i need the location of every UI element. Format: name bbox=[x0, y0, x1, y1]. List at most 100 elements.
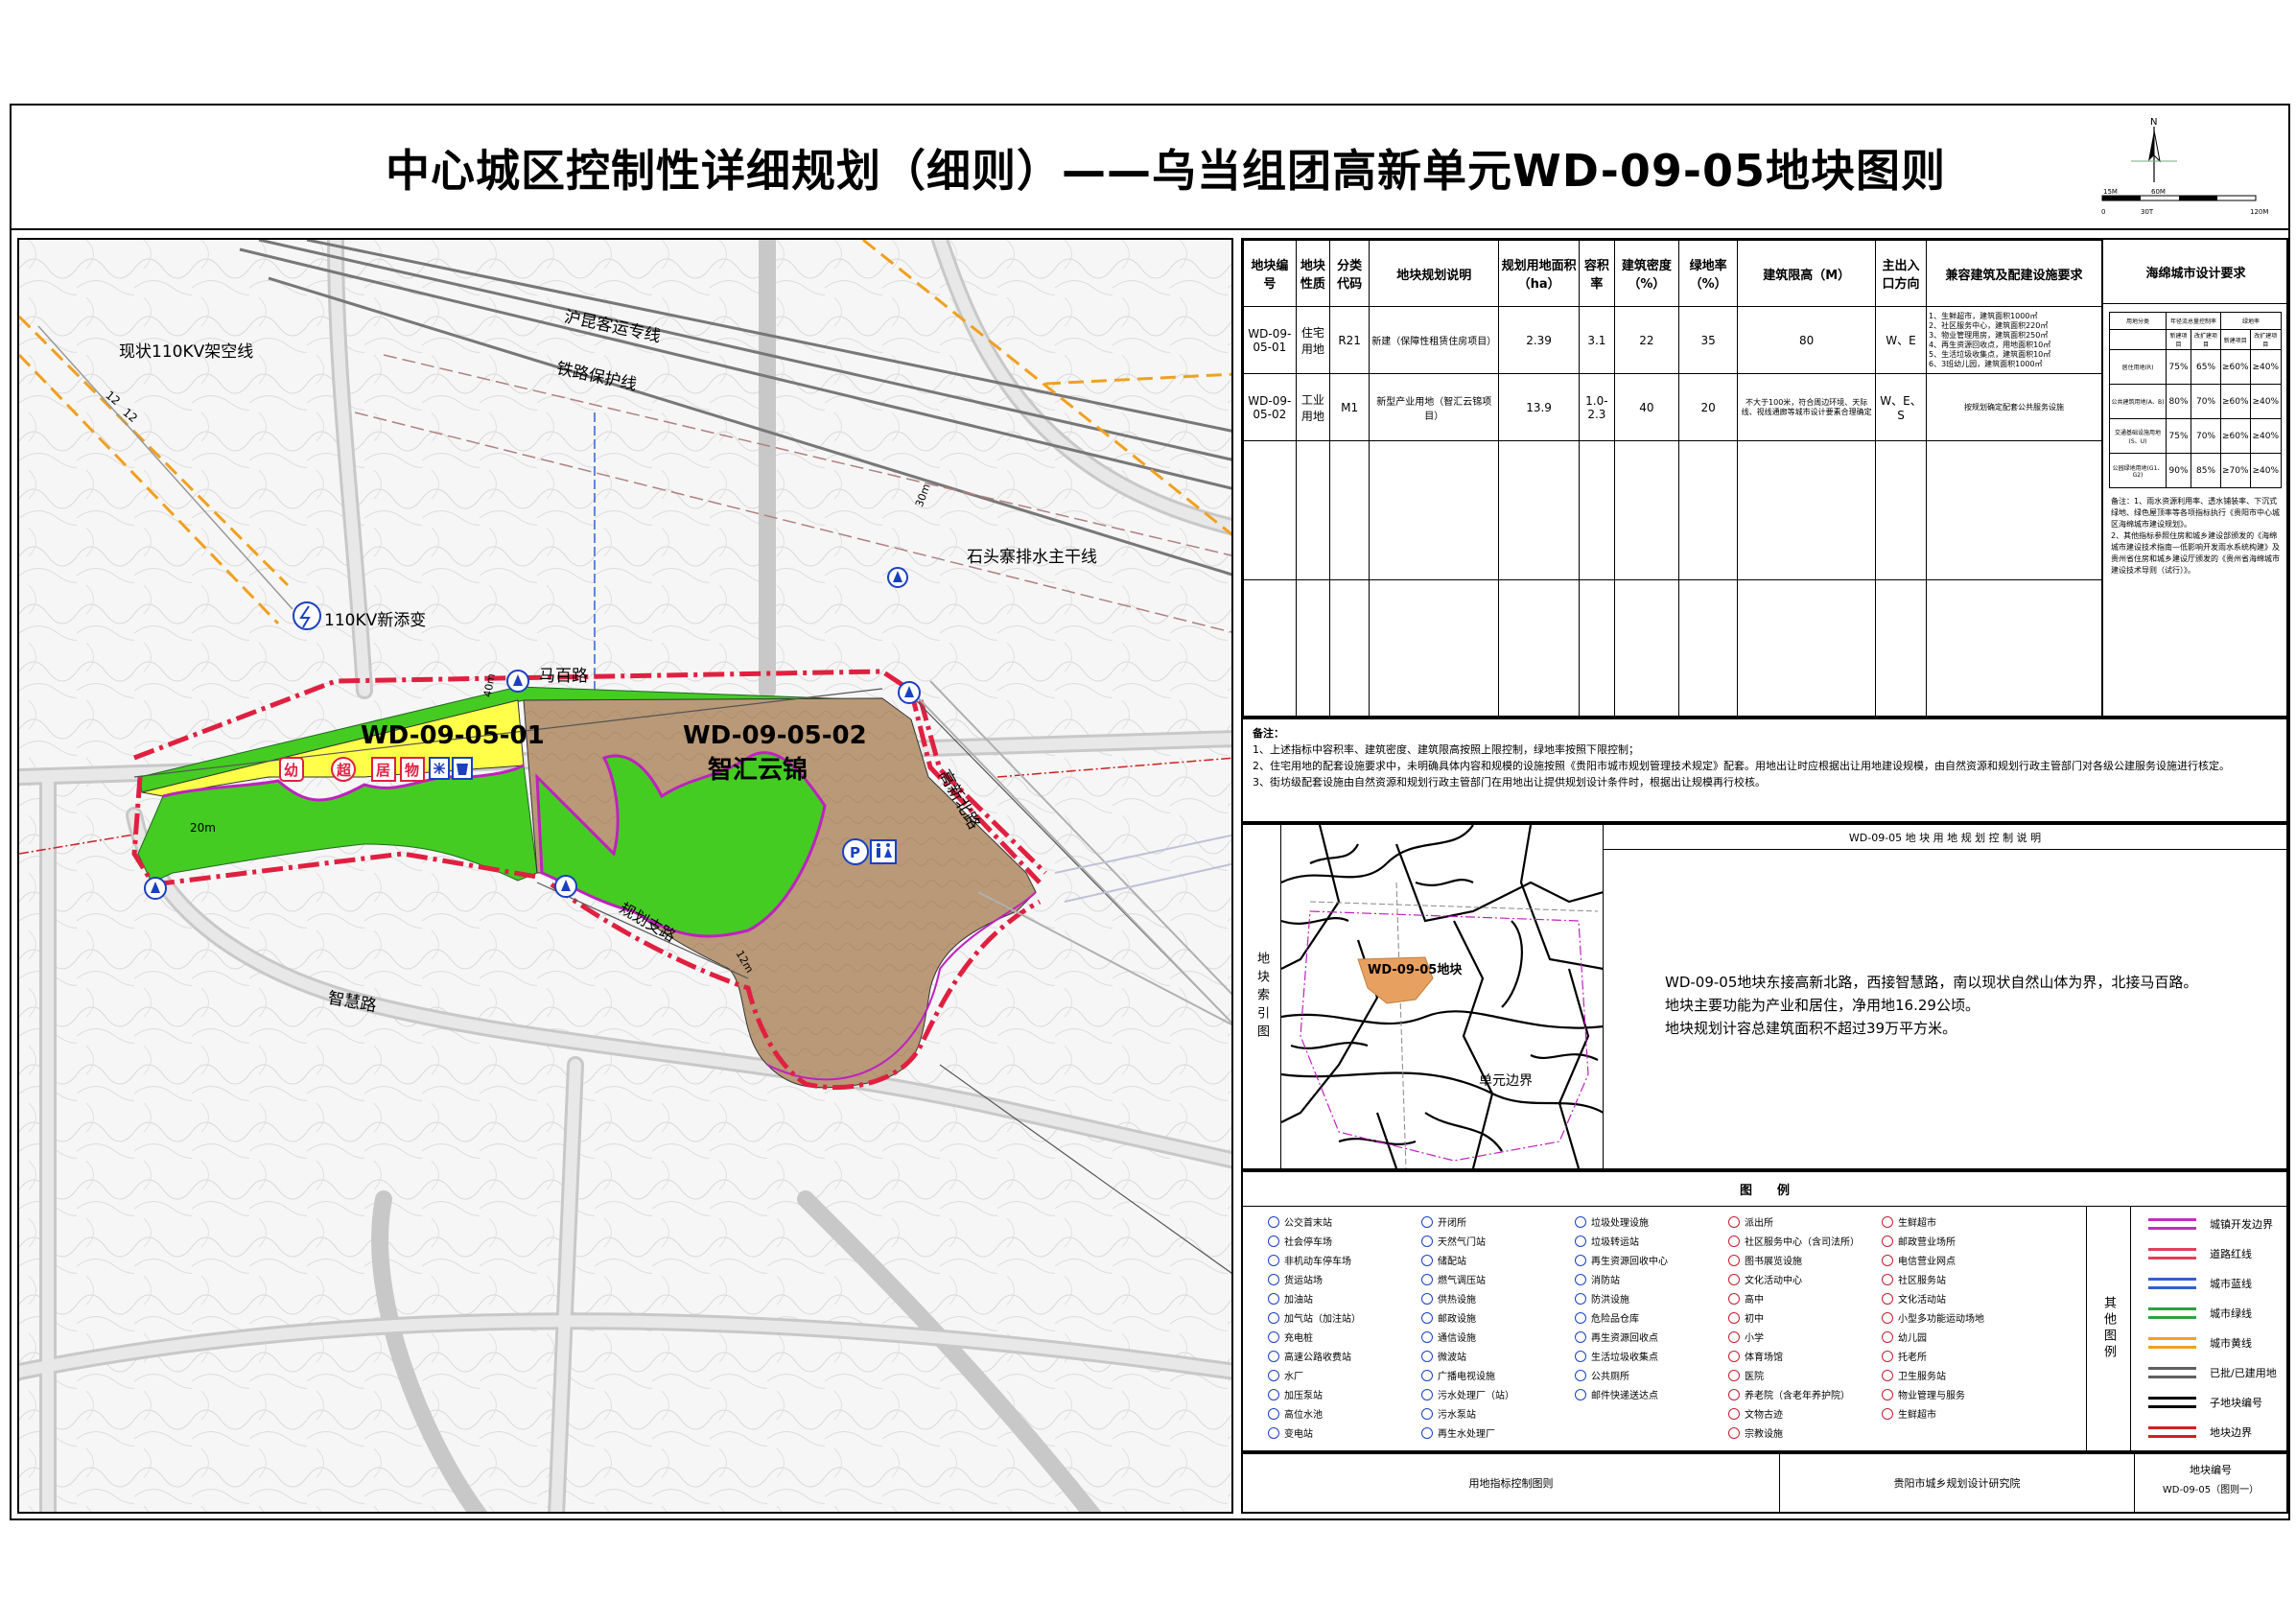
footer-right-title: 地块编号 bbox=[2190, 1464, 2232, 1476]
legend-label: 高位水池 bbox=[1284, 1410, 1323, 1421]
cell: WD-09-05-02 bbox=[1243, 373, 1297, 441]
scale-label: 60M bbox=[2151, 188, 2166, 196]
legend-line-entry: 城市蓝线 bbox=[2148, 1276, 2252, 1291]
legend-entry: 水厂 bbox=[1268, 1368, 1303, 1382]
other-legend-label: 其他图例 bbox=[2087, 1207, 2131, 1450]
legend-symbol-icon bbox=[1268, 1273, 1279, 1285]
legend-symbol-icon bbox=[1268, 1426, 1279, 1439]
legend-entry: 图书展览设施 bbox=[1728, 1253, 1802, 1267]
legend-entry: 货运站场 bbox=[1268, 1272, 1323, 1286]
legend-entry: 再生资源回收中心 bbox=[1575, 1253, 1668, 1267]
legend-entry: 文化活动站 bbox=[1882, 1291, 1946, 1306]
legend-entry: 幼儿园 bbox=[1882, 1330, 1927, 1344]
legend-entry: 养老院（含老年养护院） bbox=[1728, 1387, 1850, 1401]
parcel-name-02: 智汇云锦 bbox=[708, 756, 808, 785]
kindergarten-icon: 幼 bbox=[284, 762, 299, 779]
legend-label: 宗教设施 bbox=[1745, 1429, 1783, 1440]
legend-symbol-icon bbox=[1421, 1254, 1433, 1266]
legend-symbol-icon bbox=[1882, 1215, 1893, 1228]
legend-label: 防洪设施 bbox=[1591, 1295, 1629, 1306]
legend-label: 加压泵站 bbox=[1284, 1391, 1323, 1401]
table-row: 公共建筑用地(A、B) 80% 70% ≥60% ≥40% bbox=[2109, 384, 2282, 419]
note-item: 1、上述指标中容积率、建筑密度、建筑限高按照上限控制，绿地率按照下限控制； bbox=[1253, 743, 1639, 756]
footer: 用地指标控制图则 贵阳市城乡规划设计研究院 地块编号 WD-09-05（图则一） bbox=[1241, 1452, 2288, 1514]
legend-label: 通信设施 bbox=[1438, 1333, 1476, 1344]
th-entry: 主出入口方向 bbox=[1875, 240, 1927, 307]
cell: 3.1 bbox=[1578, 306, 1615, 374]
legend-entry: 再生资源回收点 bbox=[1575, 1330, 1658, 1344]
legend-label: 天然气门站 bbox=[1438, 1237, 1486, 1248]
legend-label: 充电桩 bbox=[1284, 1333, 1313, 1344]
legend-entry: 微波站 bbox=[1421, 1349, 1466, 1363]
legend-symbol-icon bbox=[1728, 1426, 1740, 1439]
legend-label: 水厂 bbox=[1284, 1372, 1303, 1382]
th-class: 分类代码 bbox=[1328, 240, 1371, 307]
title-block: 中心城区控制性详细规划（细则）——乌当组团高新单元WD-09-05地块图则 N … bbox=[10, 104, 2290, 230]
parcel-code-02[interactable]: WD-09-05-02 bbox=[683, 721, 867, 750]
legend-label: 开闭所 bbox=[1438, 1218, 1466, 1229]
parcel-code-01[interactable]: WD-09-05-01 bbox=[361, 721, 545, 750]
legend-entry: 文物古迹 bbox=[1728, 1406, 1783, 1421]
index-map[interactable]: WD-09-05地块 单元边界 bbox=[1281, 825, 1604, 1168]
sponge-city-panel: 海绵城市设计要求 用地分类 年径流总量控制率 绿地率 新建项目 改扩建项目 新建… bbox=[2102, 240, 2288, 716]
legend-entry: 污水处理厂（站） bbox=[1421, 1387, 1514, 1401]
index-map-boundary-label: 单元边界 bbox=[1479, 1073, 1533, 1089]
resident-service-icon: 居 bbox=[376, 762, 391, 779]
table-row: 公园绿地用地(G1、G2) 90% 85% ≥70% ≥40% bbox=[2109, 453, 2282, 488]
label-road-mabai: 马百路 bbox=[539, 667, 588, 686]
table-row: WD-09-05-02 工业用地 M1 新型产业用地（智汇云锦项目） 13.9 … bbox=[1243, 373, 2102, 441]
legend-label: 文物古迹 bbox=[1745, 1410, 1783, 1421]
legend-label: 社会停车场 bbox=[1284, 1237, 1332, 1248]
description-line: 地块主要功能为产业和居住，净用地16.29公顷。 bbox=[1665, 997, 1980, 1014]
legend-entry: 广播电视设施 bbox=[1421, 1368, 1495, 1382]
cell: 35 bbox=[1677, 306, 1739, 374]
legend-line-entry: 城市黄线 bbox=[2148, 1335, 2252, 1351]
cell: M1 bbox=[1328, 373, 1371, 441]
footer-middle: 贵阳市城乡规划设计研究院 bbox=[1780, 1454, 2135, 1512]
legend-line-label: 子地块编号 bbox=[2210, 1397, 2262, 1409]
legend-symbol-icon bbox=[1728, 1311, 1740, 1324]
table-row: WD-09-05-01 住宅用地 R21 新建（保障性租赁住房项目） 2.39 … bbox=[1243, 306, 2102, 374]
description-line: WD-09-05地块东接高新北路，西接智慧路，南以现状自然山体为界，北接马百路。 bbox=[1665, 974, 2198, 991]
legend-entry: 垃圾处理设施 bbox=[1575, 1214, 1649, 1229]
legend-symbol-icon bbox=[1728, 1330, 1740, 1343]
legend-symbol-icon bbox=[1728, 1215, 1740, 1228]
legend-line-swatch bbox=[2148, 1397, 2196, 1408]
legend-symbol-icon bbox=[1421, 1273, 1433, 1285]
legend-symbol-icon bbox=[1728, 1292, 1740, 1305]
legend-line-label: 已批/已建用地 bbox=[2210, 1367, 2277, 1379]
legend-label: 邮件快递送达点 bbox=[1591, 1391, 1658, 1401]
legend-entry: 消防站 bbox=[1575, 1272, 1620, 1286]
legend-symbol-icon bbox=[1728, 1388, 1740, 1400]
legend-entry: 宗教设施 bbox=[1728, 1425, 1783, 1440]
legend-line-label: 城镇开发边界 bbox=[2210, 1218, 2273, 1231]
legend-entry: 供热设施 bbox=[1421, 1291, 1476, 1306]
legend-label: 社区服务站 bbox=[1898, 1276, 1946, 1286]
legend-label: 公共厕所 bbox=[1591, 1372, 1629, 1382]
plan-map[interactable]: P 沪昆客运专线 铁路保护线 现状110KV架空线 12 12 110KV新添变… bbox=[17, 238, 1233, 1514]
footer-left: 用地指标控制图则 bbox=[1243, 1454, 1780, 1512]
cell: 住宅用地 bbox=[1295, 306, 1331, 374]
legend-label: 托老所 bbox=[1898, 1353, 1927, 1363]
legend-label: 危险品仓库 bbox=[1591, 1314, 1639, 1325]
th-density: 建筑密度（%） bbox=[1613, 240, 1679, 307]
description-heading: WD-09-05 地 块 用 地 规 划 控 制 说 明 bbox=[1604, 825, 2286, 850]
legend-entry: 社区服务中心（含司法所） bbox=[1728, 1234, 1860, 1248]
legend-entry: 医院 bbox=[1728, 1368, 1764, 1382]
legend-line-entry: 已批/已建用地 bbox=[2148, 1365, 2277, 1380]
cell: 新建（保障性租赁住房项目） bbox=[1369, 306, 1500, 374]
legend-line-label: 城市绿线 bbox=[2210, 1307, 2252, 1320]
legend-label: 广播电视设施 bbox=[1438, 1372, 1495, 1382]
legend-symbol-icon bbox=[1575, 1388, 1586, 1400]
cell: 22 bbox=[1613, 306, 1679, 374]
index-table-panel: 地块编号 地块性质 分类代码 地块规划说明 规划用地面积（ha） 容积率 建筑密… bbox=[1241, 238, 2288, 719]
legend-label: 医院 bbox=[1745, 1372, 1764, 1382]
legend-entry: 电信营业网点 bbox=[1882, 1253, 1956, 1267]
right-column: 地块编号 地块性质 分类代码 地块规划说明 规划用地面积（ha） 容积率 建筑密… bbox=[1241, 238, 2288, 1514]
legend-line-swatch bbox=[2148, 1218, 2196, 1230]
cell: W、E、S bbox=[1875, 373, 1927, 441]
index-map-panel: 地块索引图 WD-09-05地块 单元边界 WD-09-05 地 块 用 地 规… bbox=[1241, 823, 2288, 1170]
compass-north: N bbox=[2150, 117, 2157, 128]
legend-symbol-icon bbox=[1728, 1254, 1740, 1266]
legend-entry: 天然气门站 bbox=[1421, 1234, 1486, 1248]
